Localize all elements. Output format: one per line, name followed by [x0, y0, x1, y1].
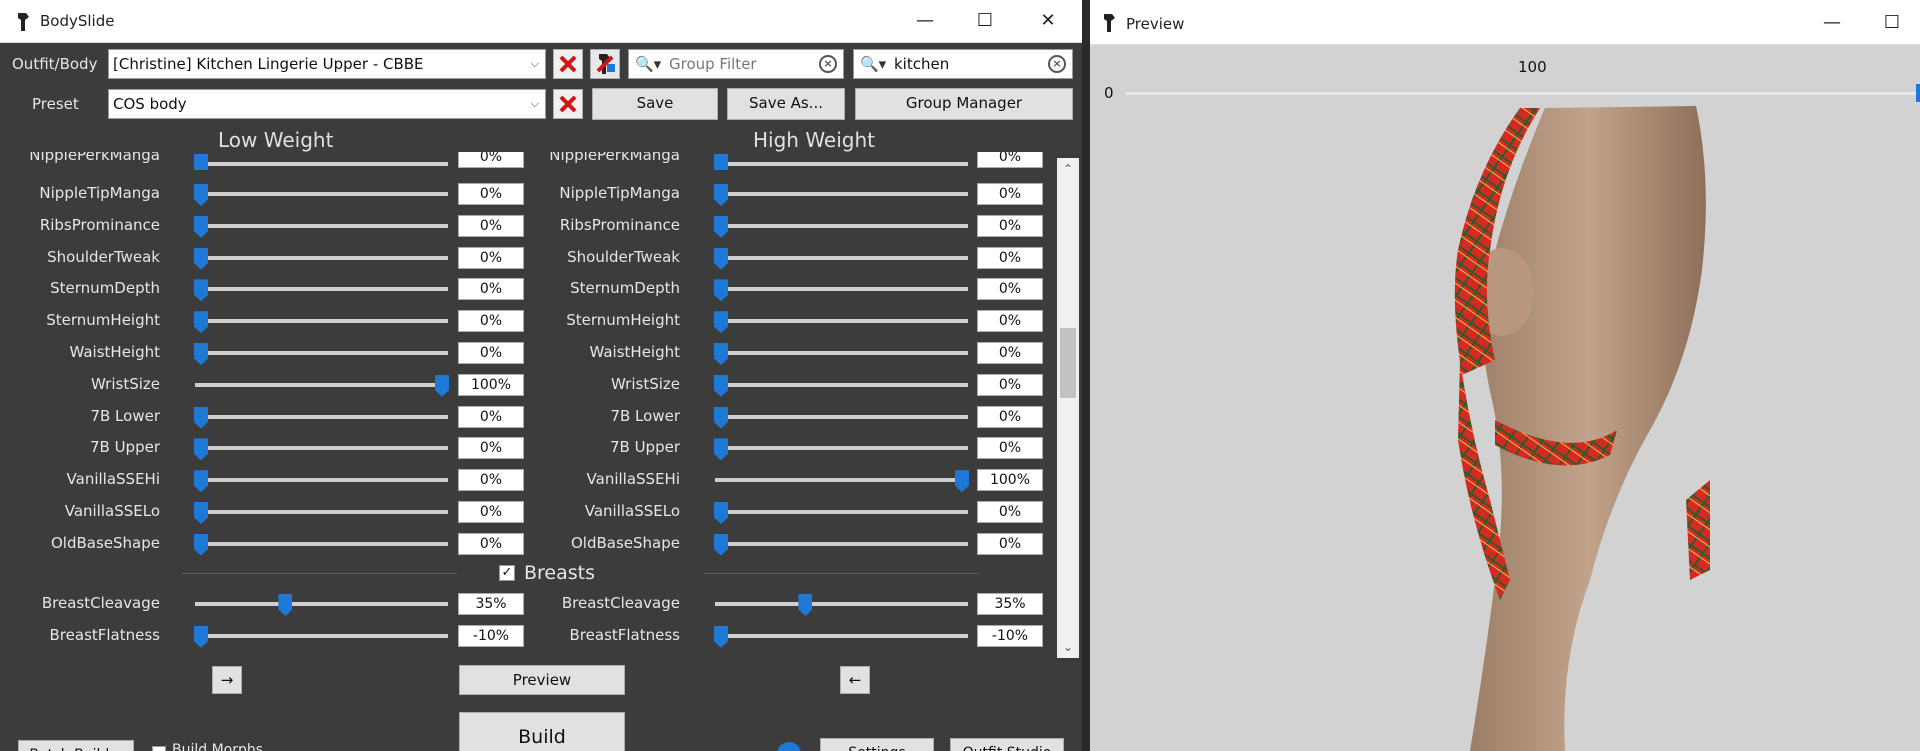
slider-thumb[interactable]	[714, 343, 728, 365]
slider-value[interactable]: 0%	[977, 278, 1043, 301]
slider-track[interactable]	[715, 351, 968, 355]
slider-label: WaistHeight	[589, 343, 680, 361]
slider-row: WaistHeight 0%	[0, 341, 1055, 365]
settings-button[interactable]: Settings	[820, 738, 934, 751]
slider-row: BreastFlatness -10%	[0, 624, 1055, 648]
slider-track[interactable]	[715, 382, 968, 387]
preview-title-bar: Preview — ☐	[1090, 0, 1920, 45]
slider-label: BreastCleavage	[561, 594, 680, 612]
slider-row: BreastCleavage 35%	[0, 592, 1055, 616]
slider-track[interactable]	[715, 255, 968, 260]
slider-label: 7B Upper	[609, 438, 680, 457]
slider-thumb[interactable]	[714, 438, 728, 461]
minimize-icon[interactable]: —	[1812, 11, 1852, 35]
scrollbar-thumb[interactable]	[1060, 328, 1076, 398]
slider-row: SternumHeight 0%	[0, 309, 1055, 334]
app-icon	[1104, 14, 1115, 32]
slider-track[interactable]	[715, 223, 968, 228]
slider-track[interactable]	[715, 633, 968, 638]
slider-value[interactable]: 0%	[977, 405, 1043, 428]
slider-track[interactable]	[715, 287, 968, 292]
slider-value[interactable]: 0%	[977, 246, 1043, 269]
slider-thumb[interactable]	[714, 184, 728, 206]
build-morphs-label: Build Morphs	[172, 742, 264, 751]
copy-to-high-button[interactable]: →	[212, 666, 242, 694]
body-model-render[interactable]	[1090, 100, 1920, 751]
slider-track[interactable]	[715, 478, 968, 483]
slider-label: SternumHeight	[566, 311, 680, 330]
slider-track[interactable]	[715, 319, 968, 324]
breasts-group-label: Breasts	[524, 562, 596, 584]
slider-thumb[interactable]	[714, 279, 728, 302]
slider-label: RibsProminance	[559, 215, 680, 234]
slider-row: 7B Lower 0%	[0, 405, 1055, 429]
preview-button[interactable]: Preview	[459, 665, 625, 695]
slider-label: VanillaSSEHi	[586, 470, 680, 489]
slider-track[interactable]	[715, 602, 968, 606]
slider-row: VanillaSSEHi 100%	[0, 468, 1055, 493]
outfit-studio-button[interactable]: Outfit Studio	[950, 738, 1064, 751]
slider-thumb[interactable]	[714, 406, 728, 429]
build-button[interactable]: Build	[459, 712, 625, 751]
slider-value[interactable]: -10%	[977, 624, 1043, 647]
slider-value[interactable]: 0%	[977, 437, 1043, 460]
weight-top-label: 100	[1518, 58, 1547, 76]
slider-label: WristSize	[611, 374, 680, 393]
slider-label: 7B Lower	[610, 406, 680, 425]
slider-track[interactable]	[715, 414, 968, 419]
window-gap	[1082, 0, 1090, 751]
slider-track[interactable]	[715, 446, 968, 451]
slider-thumb[interactable]	[714, 625, 728, 648]
build-morphs-checkbox[interactable]	[152, 746, 166, 751]
slider-thumb[interactable]	[714, 215, 728, 238]
slider-row: NippleTipManga 0%	[0, 182, 1055, 206]
weight-slider-track[interactable]	[1126, 92, 1920, 95]
bodyslide-window: BodySlide — ☐ ✕ Outfit/Body [Christine] …	[0, 0, 1082, 751]
slider-scrollbar[interactable]: ⌃ ⌄	[1057, 158, 1079, 658]
slider-thumb[interactable]	[714, 502, 728, 524]
preview-window: Preview — ☐ 100 0	[1090, 0, 1920, 751]
slider-thumb[interactable]	[714, 311, 728, 334]
slider-thumb[interactable]	[714, 247, 728, 270]
slider-value[interactable]: 0%	[977, 501, 1043, 523]
slider-thumb[interactable]	[714, 374, 728, 397]
slider-label: OldBaseShape	[571, 533, 680, 552]
scroll-up-icon[interactable]: ⌃	[1057, 162, 1079, 176]
slider-label: VanillaSSELo	[584, 502, 680, 520]
batch-build-button[interactable]: Batch Build...	[18, 740, 134, 751]
slider-row: OldBaseShape 0%	[0, 532, 1055, 556]
slider-thumb[interactable]	[798, 594, 813, 616]
slider-value[interactable]: 0%	[977, 183, 1043, 205]
slider-value[interactable]: 0%	[977, 532, 1043, 555]
slider-label: NippleTipManga	[559, 184, 680, 202]
slider-label: ShoulderTweak	[567, 247, 680, 266]
slider-value[interactable]: 0%	[977, 310, 1043, 333]
slider-list: NippleTipManga 0% NippleTipManga 0% RibsProm…	[0, 0, 1055, 751]
slider-track[interactable]	[715, 510, 968, 514]
slider-thumb[interactable]	[955, 470, 969, 493]
breasts-group-checkbox[interactable]: ✓	[499, 565, 515, 581]
scroll-down-icon[interactable]: ⌄	[1057, 640, 1079, 654]
slider-label: SternumDepth	[570, 279, 680, 298]
group-divider	[704, 573, 979, 574]
preview-title: Preview	[1126, 15, 1185, 33]
slider-row: SternumDepth 0%	[0, 277, 1055, 302]
slider-value[interactable]: 35%	[977, 593, 1043, 615]
slider-row: 7B Upper 0%	[0, 436, 1055, 461]
copy-to-low-button[interactable]: ←	[840, 666, 870, 694]
group-divider	[182, 573, 457, 574]
slider-label: BreastFlatness	[569, 625, 680, 644]
slider-row: WristSize 0%	[0, 373, 1055, 397]
slider-value[interactable]: 0%	[977, 214, 1043, 237]
slider-row: ShoulderTweak 0%	[0, 246, 1055, 270]
slider-track[interactable]	[715, 541, 968, 546]
slider-track[interactable]	[715, 192, 968, 196]
slider-thumb[interactable]	[714, 533, 728, 556]
maximize-icon[interactable]: ☐	[1872, 11, 1912, 35]
slider-row: RibsProminance 0%	[0, 214, 1055, 238]
slider-value[interactable]: 0%	[977, 373, 1043, 396]
slider-value[interactable]: 100%	[977, 469, 1043, 492]
slider-row: VanillaSSELo 0%	[0, 500, 1055, 524]
slider-value[interactable]: 0%	[977, 342, 1043, 364]
